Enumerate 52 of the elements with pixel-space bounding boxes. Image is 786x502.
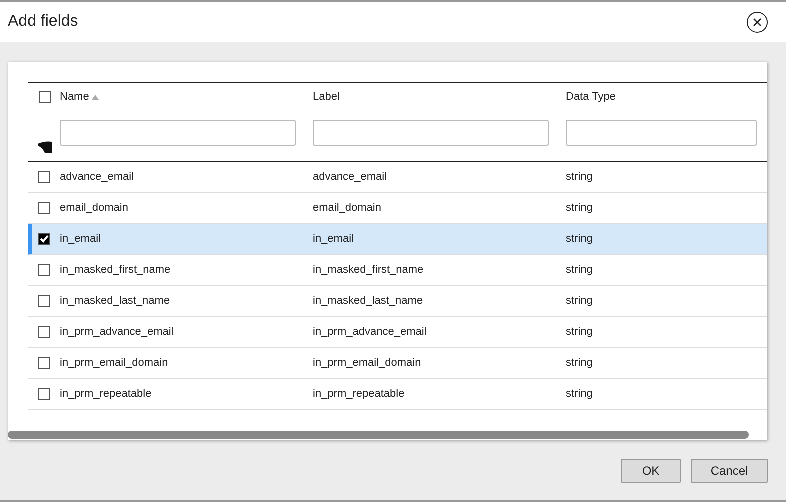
table-cell-text: in_masked_last_name [313,294,424,309]
column-header[interactable]: Data Type [566,88,616,106]
table-cell-text: string [566,200,593,216]
table-cell-text: advance_email [313,170,388,185]
checkbox[interactable] [38,171,50,183]
table-cell-text: in_prm_email_domain [60,356,170,371]
dialog-title: Add fields [8,12,78,32]
checkbox[interactable] [38,233,50,245]
table-cell-text: string [566,232,593,247]
table-cell-text: in_prm_email_domain [313,356,422,371]
column-header[interactable]: Label [313,88,340,106]
table-row[interactable]: in_masked_first_name in_masked_first_name string [28,255,767,286]
column-header[interactable]: Name [60,88,90,106]
table-cell-text: in_prm_repeatable [60,386,153,402]
table-row[interactable]: in_prm_email_domain in_prm_email_domain string [28,348,767,379]
table-row[interactable]: in_prm_repeatable in_prm_repeatable string [28,379,767,410]
filter-field[interactable] [566,120,757,146]
checkbox[interactable] [38,388,50,400]
checkbox[interactable] [39,91,51,103]
dialog-button[interactable]: OK [621,459,681,483]
filter-field[interactable] [60,120,296,146]
table-cell-text: in_masked_first_name [60,262,172,278]
table-cell-text: string [566,324,593,340]
table-cell-text: in_masked_first_name [313,262,425,278]
close-icon[interactable] [747,12,768,32]
filter-field[interactable] [313,120,549,146]
table-row[interactable]: in_email in_email string [28,224,767,255]
checkbox[interactable] [38,326,50,338]
checkbox[interactable] [38,357,50,369]
table-cell-text: string [566,262,593,278]
table-cell-text: string [566,294,593,309]
table-cell-text: string [566,170,593,185]
table-row[interactable]: advance_email advance_email string [28,162,767,193]
table-cell-text: in_email [313,232,355,247]
table-cell-text: in_prm_advance_email [313,324,428,340]
table-cell-text: in_prm_repeatable [313,386,406,402]
table-row[interactable]: in_masked_last_name in_masked_last_name string [28,286,767,317]
dialog-button[interactable]: Cancel [691,459,768,483]
checkbox[interactable] [38,202,50,214]
wedge-icon [37,141,53,153]
table-cell-text: advance_email [60,170,135,185]
checkbox[interactable] [38,264,50,276]
table-cell-text: email_domain [313,200,382,216]
checkbox[interactable] [38,295,50,307]
table-cell-text: in_masked_last_name [60,294,172,309]
table-cell-text: in_email [60,232,102,247]
table-cell-text: string [566,356,593,371]
horizontal-scrollbar[interactable] [8,431,749,439]
table-cell-text: in_prm_advance_email [60,324,175,340]
table-cell-text: email_domain [60,200,130,216]
table-cell-text: string [566,386,593,402]
table-row[interactable]: in_prm_advance_email in_prm_advance_email string [28,317,767,348]
